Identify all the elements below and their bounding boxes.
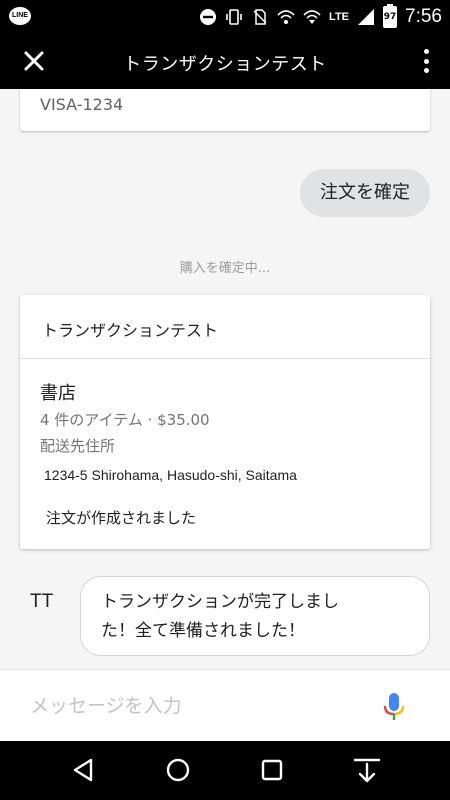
microphone-icon [383,693,405,720]
agent-avatar: TT [30,591,54,612]
no-sim-icon [251,8,269,26]
back-button[interactable] [68,755,98,785]
home-button[interactable] [163,755,193,785]
microphone-button[interactable] [382,692,406,722]
message-input[interactable] [30,690,350,722]
vibrate-icon [225,8,243,26]
clock: 7:56 [405,5,442,27]
do-not-disturb-icon [199,8,217,26]
more-options-button[interactable] [416,47,436,75]
user-message-bubble: 注文を確定 [300,169,430,217]
receipt-card: トランザクションテスト 書店 4 件のアイテム · $35.00 配送先住所 1… [20,295,430,549]
wifi-calling-icon [303,8,321,26]
hide-keyboard-button[interactable] [352,755,382,785]
network-type: LTE [329,10,350,23]
battery-icon: 97 [383,3,398,28]
receipt-header: トランザクションテスト [20,295,430,359]
agent-message-line: た！全て準備されました！ [101,621,305,641]
home-icon [166,758,190,782]
order-status: 注文が作成されました [46,509,197,527]
app-title: トランザクションテスト [123,54,327,75]
payment-card: VISA-1234 [20,89,430,131]
items-summary: 4 件のアイテム · $35.00 [40,411,210,429]
status-icons: LTE 97 7:56 [199,0,442,33]
store-name: 書店 [40,383,76,404]
status-bar: LINE LTE 97 7:56 [0,0,450,33]
agent-message-line: トランザクションが完了しまし [101,592,339,612]
line-app-icon: LINE [9,7,31,25]
chat-area[interactable]: VISA-1234 注文を確定 購入を確定中... トランザクションテスト 書店… [0,89,450,669]
back-icon [73,758,93,782]
more-vert-icon [423,49,429,54]
recents-icon [261,759,283,781]
status-message: 購入を確定中... [179,261,271,276]
shipping-address: 1234-5 Shirohama, Hasudo-shi, Saitama [44,467,297,483]
signal-icon [357,8,375,26]
shipping-label: 配送先住所 [40,437,116,455]
wifi-icon [277,8,295,26]
payment-method: VISA-1234 [40,95,124,114]
navigation-bar [0,741,450,800]
keyboard-hide-icon [353,758,381,783]
message-input-bar [0,669,450,741]
recents-button[interactable] [257,755,287,785]
agent-message-bubble: トランザクションが完了しまし た！全て準備されました！ [80,576,430,656]
app-bar: トランザクションテスト [0,33,450,89]
